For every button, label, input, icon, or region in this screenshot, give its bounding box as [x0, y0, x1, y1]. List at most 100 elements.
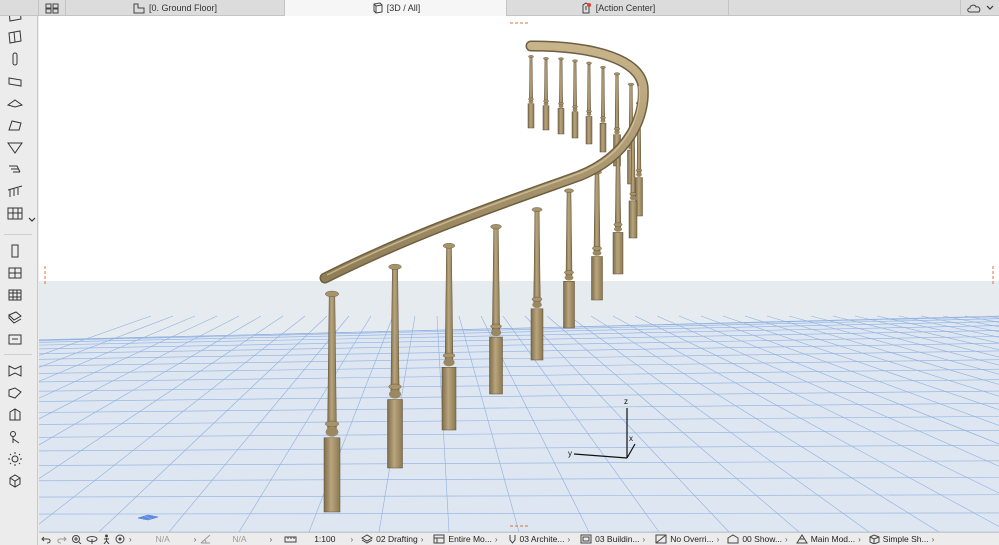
- model-view-value: Entire Mo...: [448, 534, 492, 544]
- status-bar: › N/A › N/A › 1:100 › 02 Drafting › Entire …: [39, 532, 999, 545]
- 3d-viewport[interactable]: z x y: [39, 16, 999, 532]
- baluster[interactable]: [571, 59, 579, 139]
- curtain-wall-tool-icon[interactable]: [5, 204, 25, 222]
- 3d-scene[interactable]: z x y: [39, 16, 999, 532]
- undo-icon: [41, 534, 52, 544]
- baluster[interactable]: [542, 57, 550, 131]
- chevron-right-icon: ›: [193, 534, 197, 544]
- morph-tool-icon[interactable]: [5, 138, 25, 156]
- baluster[interactable]: [599, 66, 607, 153]
- baluster[interactable]: [527, 55, 535, 129]
- navigation-settings-button[interactable]: ›: [113, 533, 134, 545]
- column-tool-icon[interactable]: [5, 28, 25, 46]
- railing-tool-icon[interactable]: [5, 182, 25, 200]
- baluster[interactable]: [557, 57, 565, 135]
- beam-tool-icon[interactable]: [5, 50, 25, 68]
- model-view-icon: [433, 534, 445, 544]
- chevron-right-icon: ›: [269, 534, 273, 544]
- orbit-button[interactable]: [84, 533, 100, 545]
- door-tool-icon[interactable]: [5, 242, 25, 260]
- renovation-icon: [727, 534, 739, 544]
- worksheet-tool-icon[interactable]: [5, 428, 25, 446]
- floor-plan-icon: [133, 3, 145, 14]
- angle-field[interactable]: N/A ›: [198, 533, 274, 545]
- grid-view-icon: [45, 3, 59, 14]
- roof-tool-icon[interactable]: [5, 94, 25, 112]
- tab-3d-all[interactable]: [3D / All]: [285, 0, 507, 16]
- slab-tool-icon[interactable]: [5, 72, 25, 90]
- chevron-right-icon: ›: [350, 534, 354, 544]
- window-tool-icon[interactable]: [5, 264, 25, 282]
- tab-overview-button[interactable]: [38, 0, 66, 16]
- object-tool-icon[interactable]: [5, 308, 25, 326]
- chevron-right-icon: ›: [642, 534, 646, 544]
- redo-button[interactable]: [54, 533, 69, 545]
- skylight-tool-icon[interactable]: [5, 286, 25, 304]
- model-view-options-value: 03 Buildin...: [595, 534, 640, 544]
- scale-selector[interactable]: 1:100 ›: [282, 533, 355, 545]
- pen-set-value: 03 Archite...: [519, 534, 565, 544]
- chevron-down-icon[interactable]: [28, 216, 36, 226]
- zoom-icon: [71, 534, 82, 544]
- chevron-right-icon: ›: [858, 534, 861, 544]
- 3d-document-tool-icon[interactable]: [5, 472, 25, 490]
- zone-tool-icon[interactable]: [5, 330, 25, 348]
- model-view-selector[interactable]: Entire Mo... ›: [431, 533, 499, 545]
- action-center-icon: [580, 2, 592, 14]
- camera-settings-icon: [115, 534, 126, 544]
- toolbox-divider: [4, 234, 32, 235]
- chevron-right-icon: ›: [567, 534, 571, 544]
- orbit-icon: [86, 534, 98, 544]
- ground-grid-area: [39, 316, 999, 532]
- axis-y-label: y: [568, 449, 572, 458]
- layer-combination-value: 02 Drafting: [376, 534, 418, 544]
- cloud-menu-button[interactable]: [960, 0, 999, 16]
- undo-button[interactable]: [39, 533, 54, 545]
- layers-icon: [361, 534, 374, 544]
- tab-ground-floor[interactable]: [0. Ground Floor]: [66, 0, 285, 16]
- ruler-icon: [284, 535, 297, 544]
- tab-action-center[interactable]: [Action Center]: [507, 0, 729, 16]
- walk-person-icon: [102, 534, 111, 544]
- lamp-tool-icon[interactable]: [5, 450, 25, 468]
- 3d-style-selector[interactable]: Simple Sh... ›: [867, 533, 937, 545]
- chevron-right-icon: ›: [420, 534, 424, 544]
- na-field-left: N/A: [134, 533, 192, 545]
- chevron-down-icon: [986, 4, 994, 12]
- baluster[interactable]: [585, 61, 593, 145]
- chevron-right-icon: ›: [129, 534, 132, 544]
- axis-z-label: z: [624, 397, 628, 406]
- explore-button[interactable]: [100, 533, 113, 545]
- chevron-right-icon: ›: [494, 534, 498, 544]
- layer-combination-selector[interactable]: 02 Drafting ›: [359, 533, 425, 545]
- stair-tool-icon[interactable]: [5, 160, 25, 178]
- view-arrow-button[interactable]: ›: [192, 533, 199, 545]
- baluster[interactable]: [591, 169, 603, 301]
- shell-tool-icon[interactable]: [5, 116, 25, 134]
- graphic-override-selector[interactable]: No Overri... ›: [653, 533, 721, 545]
- 3d-box-icon: [371, 2, 383, 14]
- handrail-highlight: [326, 85, 641, 276]
- chevron-right-icon: ›: [931, 534, 935, 544]
- zoom-button[interactable]: [69, 533, 84, 545]
- structural-function-selector[interactable]: Main Mod... ›: [794, 533, 863, 545]
- scale-value: 1:100: [314, 534, 336, 544]
- model-view-options-icon: [580, 534, 592, 544]
- baluster[interactable]: [612, 149, 624, 275]
- model-view-options-selector[interactable]: 03 Buildin... ›: [578, 533, 647, 545]
- toolbox: [0, 0, 38, 545]
- renovation-filter-selector[interactable]: 00 Show... ›: [725, 533, 789, 545]
- structural-function-value: Main Mod...: [810, 534, 856, 544]
- section-tool-icon[interactable]: [5, 362, 25, 380]
- elevation-tool-icon[interactable]: [5, 384, 25, 402]
- graphic-override-value: No Overri...: [670, 534, 714, 544]
- chevron-right-icon: ›: [716, 534, 720, 544]
- tab-label: [0. Ground Floor]: [148, 3, 218, 13]
- axis-x-label: x: [629, 434, 633, 443]
- baluster[interactable]: [563, 188, 575, 329]
- pen-set-selector[interactable]: 03 Archite... ›: [506, 533, 573, 545]
- interior-elevation-tool-icon[interactable]: [5, 406, 25, 424]
- structure-icon: [795, 534, 808, 544]
- na-label: N/A: [232, 534, 247, 544]
- tab-label: [3D / All]: [386, 3, 421, 13]
